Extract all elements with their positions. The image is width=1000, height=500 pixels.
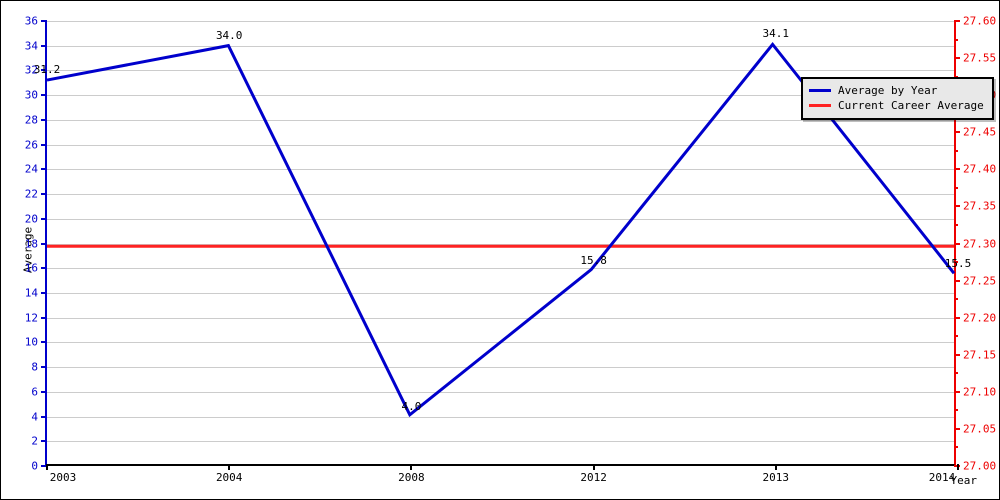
data-point-label: 15.8 — [580, 253, 607, 267]
right-axis-minor-tick — [954, 446, 958, 449]
x-axis-tick-label: 2008 — [398, 471, 425, 484]
left-axis-tick-label: 30 — [24, 88, 38, 102]
right-axis-tick-label: 27.55 — [963, 51, 997, 65]
left-axis-tick-label: 0 — [31, 459, 38, 473]
x-axis-tick — [592, 464, 595, 470]
chart-legend[interactable]: Average by Year Current Career Average — [801, 77, 994, 120]
legend-label-average-by-year: Average by Year — [838, 84, 938, 97]
legend-label-current-career-average: Current Career Average — [838, 99, 984, 112]
right-axis-tick-label: 27.00 — [963, 459, 997, 473]
right-axis-tick — [954, 20, 960, 22]
x-axis-tick — [46, 464, 48, 470]
x-axis-tick-label: 2014 — [928, 471, 956, 484]
right-axis-tick-label: 27.60 — [963, 14, 997, 28]
right-axis-tick — [954, 168, 960, 171]
left-axis-tick-label: 16 — [24, 261, 38, 275]
data-point-label: 15.5 — [944, 257, 972, 271]
right-axis-tick-label: 27.25 — [963, 274, 997, 288]
x-axis-tick — [410, 464, 413, 470]
right-axis-minor-tick — [954, 149, 958, 152]
left-axis-tick-label: 10 — [24, 335, 38, 349]
right-axis-minor-tick — [954, 298, 958, 301]
right-axis-tick-label: 27.40 — [963, 162, 997, 176]
right-axis-tick — [954, 205, 960, 208]
x-axis-tick-label: 2004 — [215, 471, 243, 484]
right-axis-tick-label: 27.30 — [963, 237, 997, 250]
right-axis-tick — [954, 390, 960, 393]
left-axis-tick-label: 6 — [31, 385, 38, 399]
left-axis-tick-label: 26 — [24, 138, 38, 152]
legend-item-average-by-year[interactable]: Average by Year — [809, 83, 984, 98]
right-axis-tick — [954, 131, 960, 134]
right-axis-minor-tick — [954, 38, 958, 41]
data-point-label: 4.0 — [401, 399, 422, 413]
x-axis-tick — [228, 464, 231, 470]
right-axis-minor-tick — [954, 186, 958, 189]
right-axis-tick — [954, 353, 960, 356]
right-axis-tick — [954, 427, 960, 430]
right-axis-tick-label: 27.05 — [963, 422, 997, 436]
right-axis-tick — [954, 316, 960, 319]
right-axis-tick-label: 27.35 — [963, 199, 997, 213]
legend-item-current-career-average[interactable]: Current Career Average — [809, 98, 984, 113]
x-axis-tick-label: 2012 — [580, 471, 607, 484]
legend-swatch-blue-icon — [809, 89, 831, 92]
left-axis-tick-label: 2 — [31, 434, 38, 448]
right-axis-tick-label: 27.10 — [963, 385, 997, 399]
left-axis-tick-label: 36 — [24, 14, 38, 28]
right-axis-tick-label: 27.15 — [963, 348, 997, 362]
x-axis-tick-label: 2013 — [762, 471, 790, 484]
left-axis-tick-label: 20 — [24, 212, 38, 226]
right-axis-tick-label: 27.45 — [963, 125, 997, 139]
data-point-label: 34.0 — [215, 28, 243, 42]
x-axis-tick-label: 2003 — [49, 471, 77, 484]
right-axis-tick-label: 27.20 — [963, 311, 997, 325]
left-axis-tick-label: 34 — [24, 39, 38, 53]
left-axis-tick-label: 18 — [24, 237, 38, 250]
x-axis-tick — [774, 464, 777, 470]
left-axis-tick-label: 12 — [24, 311, 38, 325]
left-axis-tick-label: 22 — [24, 187, 38, 201]
left-axis-tick-label: 24 — [24, 162, 38, 176]
chart-container: Average Year 0 2 4 6 8 10 12 14 16 18 20 22 24 26 28 30… — [0, 0, 1000, 500]
right-axis-tick — [954, 279, 960, 282]
right-axis-tick — [954, 242, 960, 245]
right-axis-minor-tick — [954, 223, 958, 226]
left-axis-tick-label: 8 — [31, 360, 38, 374]
right-axis-tick — [954, 57, 960, 60]
right-axis-minor-tick — [954, 409, 958, 412]
data-point-label: 34.1 — [762, 27, 790, 41]
left-axis-tick-label: 14 — [24, 286, 38, 300]
left-axis-tick-label: 28 — [24, 113, 38, 127]
data-point-label: 31.2 — [33, 63, 61, 77]
x-axis-tick — [957, 464, 959, 470]
right-axis-minor-tick — [954, 335, 958, 338]
right-axis-minor-tick — [954, 372, 958, 375]
legend-swatch-red-icon — [809, 104, 831, 107]
left-axis-tick-label: 4 — [31, 410, 38, 424]
